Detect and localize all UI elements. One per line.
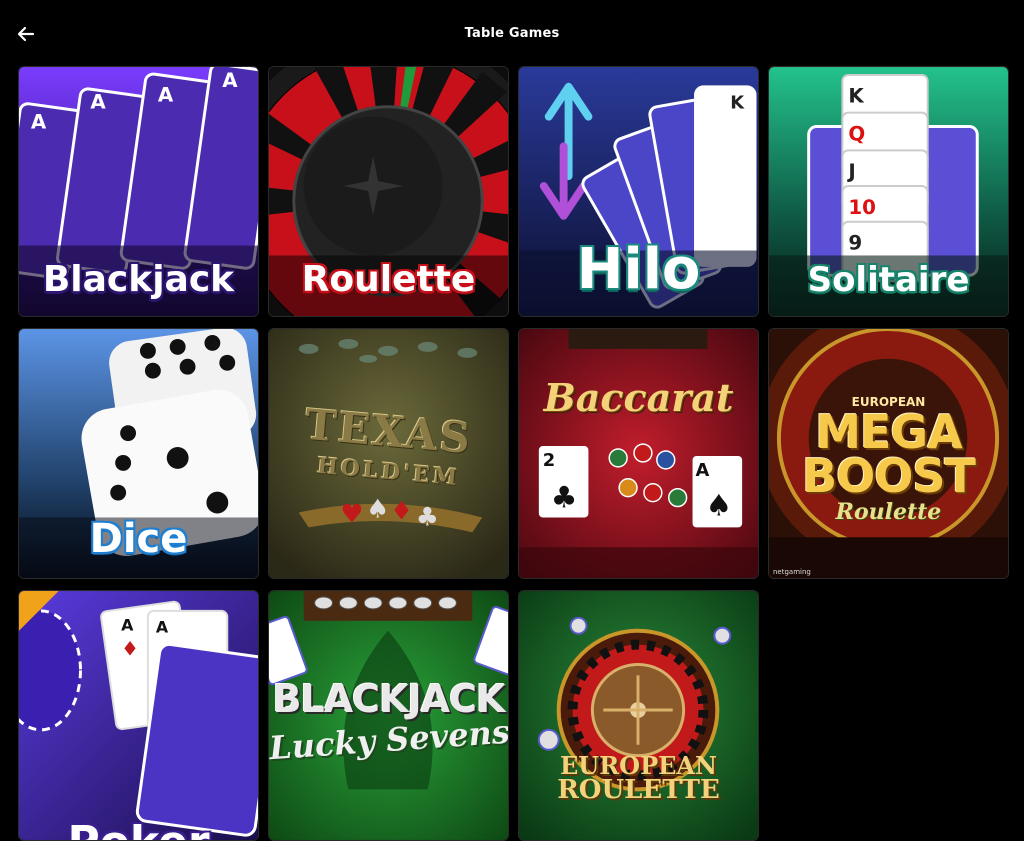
provider-label: netgaming: [773, 568, 811, 576]
game-tile-mega-boost-roulette[interactable]: EUROPEAN MEGA BOOST Roulette netgaming: [768, 328, 1009, 579]
page-title: Table Games: [464, 26, 560, 41]
svg-text:A: A: [222, 69, 238, 92]
game-title: Baccarat: [543, 375, 734, 420]
svg-text:A: A: [90, 91, 106, 114]
game-tile-roulette[interactable]: Roulette: [268, 66, 509, 317]
baccarat-artwork: 2 A ♣ ♠: [519, 329, 758, 578]
game-title-2: ROULETTE: [557, 775, 720, 805]
game-title-2: BOOST: [802, 449, 976, 503]
game-tile-blackjack-lucky-sevens[interactable]: BLACKJACK Lucky Sevens: [268, 590, 509, 841]
game-tile-european-roulette[interactable]: EUROPEAN ROULETTE: [518, 590, 759, 841]
game-tile-dice[interactable]: Dice: [18, 328, 259, 579]
svg-text:10: 10: [848, 196, 876, 219]
game-tile-baccarat[interactable]: 2 A ♣ ♠ Baccarat: [518, 328, 759, 579]
game-subtitle: Roulette: [835, 499, 942, 525]
svg-text:A: A: [121, 616, 134, 635]
game-title: Dice: [89, 516, 188, 562]
svg-text:A: A: [31, 111, 47, 134]
svg-text:K: K: [848, 85, 864, 108]
game-title: Roulette: [301, 259, 476, 300]
game-title: Hilo: [576, 237, 701, 302]
svg-text:A: A: [158, 84, 174, 107]
svg-text:J: J: [846, 160, 855, 183]
svg-text:A: A: [156, 618, 169, 637]
game-tile-texas-holdem[interactable]: ♥ ♠ ♦ ♣ TEXAS HOLD'EM: [268, 328, 509, 579]
svg-text:♠: ♠: [705, 488, 732, 523]
svg-text:♣: ♣: [416, 502, 439, 532]
game-tile-blackjack[interactable]: A A A A Blackjack: [18, 66, 259, 317]
game-title: Poker: [19, 817, 258, 840]
poker-artwork: AA ♦ ♠: [19, 591, 258, 840]
svg-text:9: 9: [848, 232, 862, 255]
svg-text:♥: ♥: [340, 499, 363, 529]
game-tile-hilo[interactable]: K Hilo: [518, 66, 759, 317]
svg-text:♣: ♣: [551, 481, 578, 516]
svg-text:♦: ♦: [390, 496, 413, 526]
svg-text:A: A: [696, 460, 710, 481]
top-bar: Table Games: [0, 0, 1024, 66]
svg-text:2: 2: [543, 450, 555, 471]
svg-text:♦: ♦: [121, 638, 139, 661]
svg-text:♠: ♠: [366, 494, 389, 524]
game-tile-solitaire[interactable]: KQ J 10 9 Solitaire: [768, 66, 1009, 317]
svg-text:Q: Q: [848, 122, 865, 145]
game-title: Solitaire: [807, 260, 970, 300]
game-tile-poker[interactable]: AA ♦ ♠ Poker: [18, 590, 259, 841]
svg-text:K: K: [730, 93, 745, 114]
game-title: Blackjack: [42, 259, 235, 300]
